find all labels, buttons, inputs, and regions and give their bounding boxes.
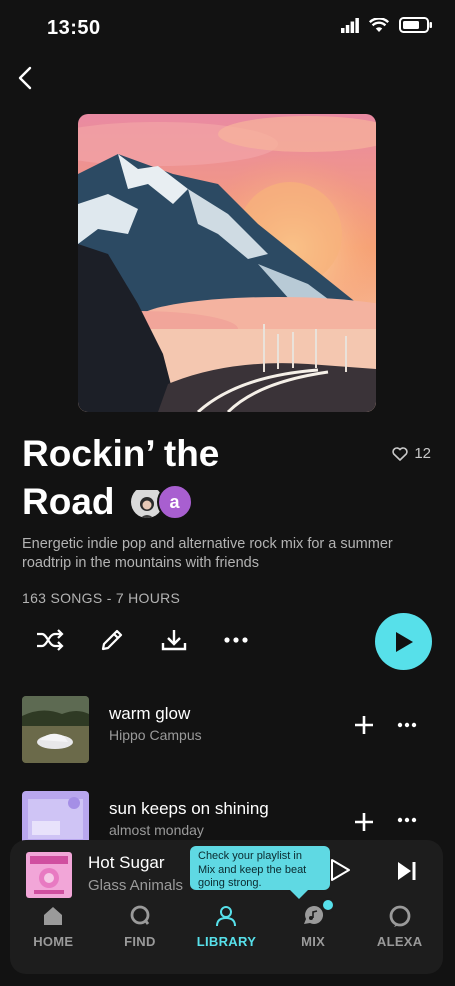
nav-label-home: HOME [33,934,74,949]
track-more-button[interactable] [397,713,421,737]
play-icon [395,631,413,652]
playlist-description: Energetic indie pop and alternative rock… [22,536,393,571]
mix-icon-wrap [301,898,336,928]
amazon-avatar: a [156,484,193,520]
track-artist: almost monday [109,822,204,838]
download-icon [161,630,187,651]
now-playing-title[interactable]: Hot Sugar [88,853,165,873]
mix-tooltip[interactable]: Check your playlist in Mix and keep the … [190,846,330,890]
track-artist: Hippo Campus [109,727,202,743]
edit-button[interactable] [98,626,126,654]
more-horizontal-icon [397,722,417,728]
add-track-button[interactable] [352,713,376,737]
nav-item-home[interactable]: HOME [10,904,97,964]
play-icon [331,859,350,881]
nav-item-mix[interactable]: MIX [270,898,357,964]
tooltip-tail [289,889,309,899]
nav-label-library: LIBRARY [196,934,257,949]
more-options-button[interactable] [222,626,250,654]
library-icon [216,906,237,927]
more-horizontal-icon [397,817,417,823]
playlist-actions [36,626,250,654]
wifi-icon [369,17,389,32]
playlist-title-line1: Rockin’ the [22,433,220,474]
status-icons [341,17,433,33]
status-bar: 13:50 [0,0,455,56]
notification-dot [321,898,336,912]
play-button[interactable] [375,613,432,670]
download-button[interactable] [160,626,188,654]
mini-play-button[interactable] [328,858,352,882]
nav-label-mix: MIX [301,934,326,949]
collaborator-avatars[interactable]: a [128,484,193,520]
playlist-cover-art [78,114,376,412]
playlist-title-line2: Road [22,481,115,522]
track-thumbnail [22,696,89,763]
nav-item-find[interactable]: FIND [97,904,184,964]
playlist-meta: 163 SONGS - 7 HOURS [22,590,181,606]
likes-button[interactable]: 12 [392,445,431,462]
shuffle-button[interactable] [36,626,64,654]
track-title: sun keeps on shining [109,799,269,818]
alexa-icon [389,905,411,927]
avatar-letter: a [169,492,180,512]
home-icon [44,907,63,925]
chevron-left-icon [18,66,32,90]
more-horizontal-icon [224,637,248,643]
skip-next-icon [398,862,416,880]
battery-icon [399,17,432,33]
search-icon [130,905,150,925]
now-playing-artist[interactable]: Glass Animals [88,877,183,894]
plus-icon [355,716,373,734]
heart-icon [392,446,408,461]
bottom-nav: HOME FIND LIBRARY MIX ALEXA [10,898,443,964]
status-time: 13:50 [47,17,101,39]
back-button[interactable] [10,60,40,96]
signal-icon [341,17,359,33]
nav-label-alexa: ALEXA [376,934,423,949]
likes-count: 12 [414,445,431,462]
nav-item-alexa[interactable]: ALEXA [356,904,443,964]
add-track-button[interactable] [352,810,376,834]
shuffle-icon [37,629,64,651]
pencil-icon [101,629,123,651]
nav-label-find: FIND [124,934,156,949]
plus-icon [355,813,373,831]
track-title: warm glow [109,704,191,723]
nav-item-library[interactable]: LIBRARY [183,904,270,964]
track-more-button[interactable] [397,808,421,832]
now-playing-artwork[interactable] [26,852,72,898]
track-row[interactable]: warm glow Hippo Campus [22,696,442,764]
skip-next-button[interactable] [396,860,418,882]
playlist-title: Rockin’ the Road a [22,430,352,526]
